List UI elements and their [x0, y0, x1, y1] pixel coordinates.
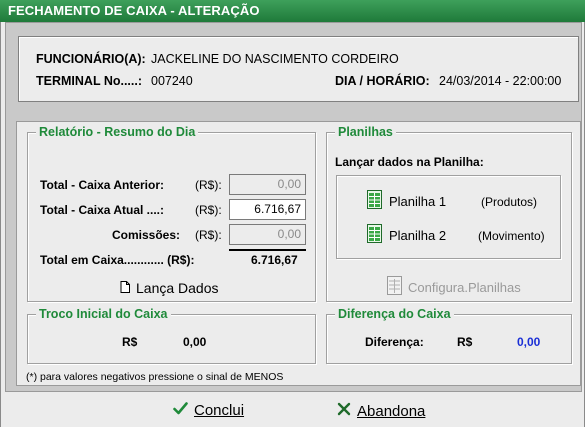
window-title: FECHAMENTO DE CAIXA - ALTERAÇÃO: [0, 0, 585, 22]
configura-planilhas-button[interactable]: Configura.Planilhas: [387, 276, 521, 299]
summary-area: Relatório - Resumo do Dia Total - Caixa …: [16, 121, 581, 386]
diferenca-label: Diferença:: [365, 335, 424, 349]
content-panel: FUNCIONÁRIO(A): JACKELINE DO NASCIMENTO …: [5, 22, 582, 392]
abandona-label: Abandona: [357, 402, 426, 420]
relatorio-title: Relatório - Resumo do Dia: [36, 125, 199, 139]
employee-info-box: FUNCIONÁRIO(A): JACKELINE DO NASCIMENTO …: [18, 36, 579, 102]
spreadsheet-icon: [367, 190, 384, 213]
negative-values-note: (*) para valores negativos pressione o s…: [26, 371, 284, 383]
troco-inicial-group: Troco Inicial do Caixa R$ 0,00: [27, 307, 316, 364]
total-separator: [229, 249, 306, 251]
planilhas-group: Planilhas Lançar dados na Planilha: Plan…: [326, 125, 572, 302]
spreadsheet-disabled-icon: [387, 276, 403, 299]
lanca-dados-button[interactable]: Lança Dados: [120, 280, 219, 296]
planilha-2-button[interactable]: Planilha 2: [367, 224, 446, 247]
diferenca-value: 0,00: [517, 335, 541, 349]
diferenca-currency: R$: [457, 335, 473, 349]
lanca-dados-label: Lança Dados: [136, 280, 219, 296]
caixa-atual-label: Total - Caixa Atual ....:: [40, 203, 165, 217]
caixa-anterior-label: Total - Caixa Anterior:: [40, 178, 165, 192]
planilhas-prompt: Lançar dados na Planilha:: [335, 155, 484, 169]
check-icon: [173, 402, 188, 419]
caixa-atual-currency: (R$):: [195, 203, 222, 217]
planilha-1-desc: (Produtos): [481, 195, 538, 209]
diferenca-title: Diferença do Caixa: [335, 307, 454, 321]
relatorio-group: Relatório - Resumo do Dia Total - Caixa …: [27, 125, 316, 302]
dialog-body: FUNCIONÁRIO(A): JACKELINE DO NASCIMENTO …: [0, 22, 585, 427]
planilha-1-button[interactable]: Planilha 1: [367, 190, 446, 213]
caixa-anterior-currency: (R$):: [195, 178, 222, 192]
funcionario-value: JACKELINE DO NASCIMENTO CORDEIRO: [151, 52, 399, 66]
planilha-2-desc: (Movimento): [478, 229, 545, 243]
conclui-label: Conclui: [194, 402, 245, 419]
datetime-label: DIA / HORÁRIO:: [335, 74, 430, 88]
datetime-value: 24/03/2014 - 22:00:00: [439, 74, 562, 88]
planilhas-list-box: Planilha 1 (Produtos) Planilha 2 (Movime…: [336, 175, 561, 259]
funcionario-label: FUNCIONÁRIO(A):: [36, 52, 146, 66]
troco-value: 0,00: [183, 335, 207, 349]
planilha-2-label: Planilha 2: [389, 228, 447, 243]
terminal-label: TERMINAL No.....:: [36, 74, 143, 88]
terminal-value: 007240: [151, 74, 193, 88]
spreadsheet-icon: [367, 224, 384, 247]
abandona-button[interactable]: Abandona: [337, 402, 425, 420]
caixa-atual-field[interactable]: 6.716,67: [229, 199, 306, 220]
troco-inicial-title: Troco Inicial do Caixa: [36, 307, 171, 321]
troco-currency: R$: [122, 335, 138, 349]
conclui-button[interactable]: Conclui: [173, 402, 244, 419]
diferenca-group: Diferença do Caixa Diferença: R$ 0,00: [326, 307, 572, 364]
planilha-1-label: Planilha 1: [389, 194, 447, 209]
configura-planilhas-label: Configura.Planilhas: [408, 280, 521, 295]
comissoes-field[interactable]: 0,00: [229, 224, 306, 245]
x-icon: [337, 402, 351, 420]
document-icon: [120, 280, 130, 296]
caixa-anterior-field[interactable]: 0,00: [229, 174, 306, 195]
comissoes-label: Comissões:: [112, 228, 181, 242]
total-caixa-value: 6.716,67: [251, 253, 298, 267]
total-caixa-label: Total em Caixa............ (R$):: [40, 253, 195, 267]
planilhas-title: Planilhas: [335, 125, 396, 139]
comissoes-currency: (R$):: [195, 228, 222, 242]
